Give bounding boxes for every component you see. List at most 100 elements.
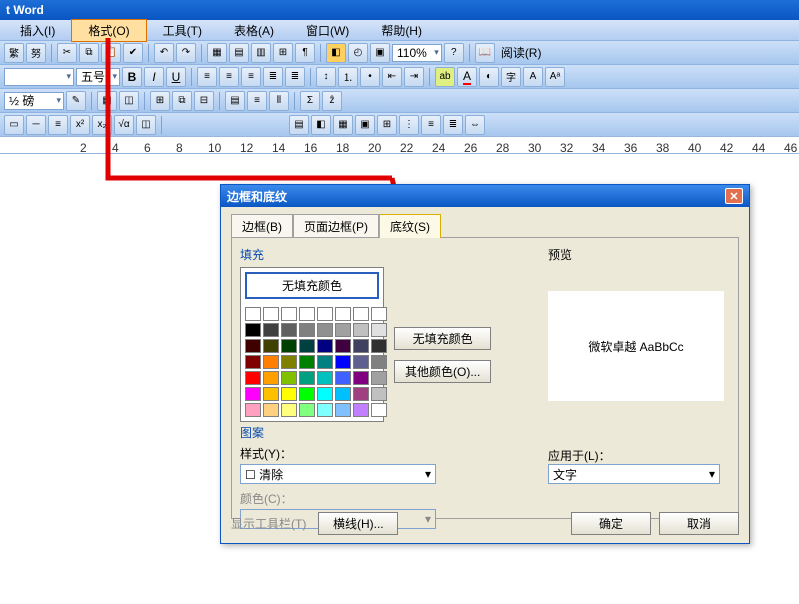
color-swatch[interactable]: [299, 387, 315, 401]
toolbar-button[interactable]: ⋮: [399, 115, 419, 135]
rect-icon[interactable]: ▭: [4, 115, 24, 135]
font-size-combo[interactable]: 五号: [76, 68, 120, 86]
tab-shading[interactable]: 底纹(S): [379, 214, 441, 238]
zoom-combo[interactable]: 110%: [392, 44, 442, 62]
color-swatch[interactable]: [335, 355, 351, 369]
color-swatch[interactable]: [263, 323, 279, 337]
color-swatch[interactable]: [353, 387, 369, 401]
color-swatch[interactable]: [299, 339, 315, 353]
highlight-icon[interactable]: ab: [435, 67, 455, 87]
align-left-icon[interactable]: ≡: [197, 67, 217, 87]
color-swatch[interactable]: [335, 307, 351, 321]
align-right-icon[interactable]: ≡: [241, 67, 261, 87]
numbering-icon[interactable]: ⒈: [338, 67, 358, 87]
toolbar-button[interactable]: ⇔: [465, 115, 485, 135]
toolbar-button[interactable]: ◧: [311, 115, 331, 135]
line-spacing-icon[interactable]: ↕: [316, 67, 336, 87]
color-swatch[interactable]: [353, 355, 369, 369]
color-swatch[interactable]: [353, 307, 369, 321]
color-swatch[interactable]: [335, 339, 351, 353]
apply-to-combo[interactable]: 文字▾: [548, 464, 720, 484]
other-colors-button[interactable]: 其他颜色(O)...: [394, 360, 491, 383]
toolbar-button[interactable]: ¶: [295, 43, 315, 63]
color-swatch[interactable]: [245, 403, 261, 417]
toolbar-button[interactable]: ≡: [48, 115, 68, 135]
color-swatch[interactable]: [353, 339, 369, 353]
toolbar-button[interactable]: ✔: [123, 43, 143, 63]
color-swatch[interactable]: [263, 387, 279, 401]
color-swatch[interactable]: [371, 355, 387, 369]
toolbar-button[interactable]: ≣: [443, 115, 463, 135]
color-swatch[interactable]: [299, 355, 315, 369]
color-swatch[interactable]: [281, 355, 297, 369]
color-swatch[interactable]: [371, 371, 387, 385]
color-swatch[interactable]: [281, 307, 297, 321]
style-combo[interactable]: ☐ 清除▾: [240, 464, 436, 484]
color-swatch[interactable]: [281, 387, 297, 401]
outdent-icon[interactable]: ⇤: [382, 67, 402, 87]
paste-icon[interactable]: 📋: [101, 43, 121, 63]
color-swatch[interactable]: [317, 323, 333, 337]
toolbar-button[interactable]: ▥: [251, 43, 271, 63]
toolbar-button[interactable]: ≡: [421, 115, 441, 135]
sqrt-icon[interactable]: √α: [114, 115, 134, 135]
undo-icon[interactable]: ↶: [154, 43, 174, 63]
shading-icon[interactable]: ◫: [119, 91, 139, 111]
toolbar-button[interactable]: ▣: [370, 43, 390, 63]
fill-color-icon[interactable]: ◫: [136, 115, 156, 135]
font-color-icon[interactable]: A: [457, 67, 477, 87]
color-swatch[interactable]: [281, 323, 297, 337]
color-swatch[interactable]: [353, 403, 369, 417]
align-cell-icon[interactable]: ▤: [225, 91, 245, 111]
color-swatch[interactable]: [299, 307, 315, 321]
enclose-icon[interactable]: A: [523, 67, 543, 87]
toolbar-button[interactable]: ▤: [289, 115, 309, 135]
toolbar-button[interactable]: ▣: [355, 115, 375, 135]
color-swatch[interactable]: [263, 403, 279, 417]
line-icon[interactable]: ─: [26, 115, 46, 135]
color-swatch[interactable]: [263, 339, 279, 353]
color-swatch[interactable]: [263, 307, 279, 321]
char-shading-icon[interactable]: ◐: [479, 67, 499, 87]
toolbar-button[interactable]: ▦: [207, 43, 227, 63]
ok-button[interactable]: 确定: [571, 512, 651, 535]
help-icon[interactable]: ?: [444, 43, 464, 63]
color-swatch[interactable]: [245, 355, 261, 369]
align-center-icon[interactable]: ≡: [219, 67, 239, 87]
color-swatch[interactable]: [281, 403, 297, 417]
distribute-cols-icon[interactable]: ⦀: [269, 91, 289, 111]
read-icon[interactable]: 📖: [475, 43, 495, 63]
read-label[interactable]: 阅读(R): [497, 44, 546, 61]
toolbar-button[interactable]: 努: [26, 43, 46, 63]
font-combo[interactable]: [4, 68, 74, 86]
indent-icon[interactable]: ⇥: [404, 67, 424, 87]
color-swatch[interactable]: [317, 387, 333, 401]
bold-button[interactable]: B: [122, 67, 142, 87]
distribute-rows-icon[interactable]: ≡: [247, 91, 267, 111]
cancel-button[interactable]: 取消: [659, 512, 739, 535]
menu-item[interactable]: 帮助(H): [365, 20, 438, 41]
color-swatch[interactable]: [245, 387, 261, 401]
menu-item[interactable]: 插入(I): [4, 20, 71, 41]
color-swatch[interactable]: [317, 403, 333, 417]
color-swatch[interactable]: [371, 323, 387, 337]
horizontal-line-button[interactable]: 横线(H)...: [318, 512, 398, 535]
menu-item[interactable]: 窗口(W): [290, 20, 365, 41]
color-swatch[interactable]: [335, 387, 351, 401]
color-swatch[interactable]: [335, 371, 351, 385]
color-swatch[interactable]: [317, 307, 333, 321]
color-swatch[interactable]: [299, 323, 315, 337]
color-swatch[interactable]: [245, 307, 261, 321]
color-swatch[interactable]: [317, 339, 333, 353]
color-swatch[interactable]: [281, 371, 297, 385]
toolbar-button[interactable]: ▤: [229, 43, 249, 63]
color-swatch[interactable]: [353, 371, 369, 385]
color-swatch[interactable]: [263, 355, 279, 369]
border-icon[interactable]: ▦: [97, 91, 117, 111]
redo-icon[interactable]: ↷: [176, 43, 196, 63]
show-toolbar-link[interactable]: 显示工具栏(T): [231, 515, 306, 532]
color-swatch[interactable]: [371, 387, 387, 401]
superscript-icon[interactable]: Aᵃ: [545, 67, 565, 87]
color-swatch[interactable]: [371, 403, 387, 417]
color-swatch[interactable]: [299, 371, 315, 385]
